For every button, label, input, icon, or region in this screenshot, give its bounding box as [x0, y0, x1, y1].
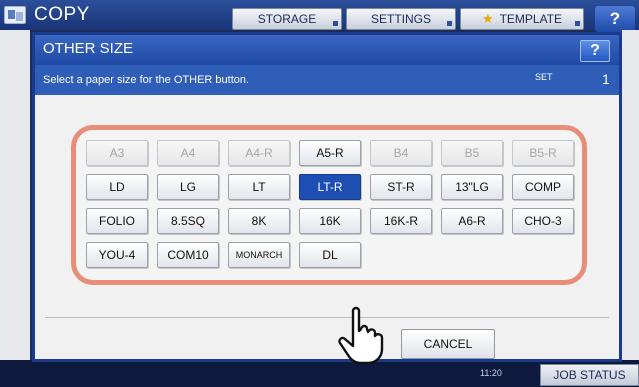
paper-size-b5r-button[interactable]: B5-R: [512, 140, 574, 166]
cancel-button[interactable]: CANCEL: [401, 329, 495, 359]
paper-size-you4-button[interactable]: YOU-4: [86, 242, 148, 268]
tab-storage[interactable]: STORAGE: [232, 8, 342, 30]
tab-template-label: TEMPLATE: [499, 12, 563, 26]
paper-size-cho3-button[interactable]: CHO-3: [512, 208, 574, 234]
paper-size-a5r-button[interactable]: A5-R: [299, 140, 361, 166]
paper-size-16kr-button[interactable]: 16K-R: [370, 208, 432, 234]
tab-storage-label: STORAGE: [257, 12, 317, 26]
help-button-top[interactable]: ?: [595, 6, 635, 32]
paper-size-ld-button[interactable]: LD: [86, 174, 148, 200]
paper-size-str-button[interactable]: ST-R: [370, 174, 432, 200]
paper-size-comp-button[interactable]: COMP: [512, 174, 574, 200]
dialog-title: OTHER SIZE: [43, 40, 134, 57]
instruction-bar: Select a paper size for the OTHER button…: [35, 65, 619, 95]
paper-size-monarch-button[interactable]: MONARCH: [228, 242, 290, 268]
paper-size-b4-button[interactable]: B4: [370, 140, 432, 166]
paper-size-a3-button[interactable]: A3: [86, 140, 148, 166]
background-panel-right: [622, 30, 639, 360]
clock: 11:20: [480, 368, 502, 378]
app-title: COPY: [34, 4, 90, 25]
paper-size-b5-button[interactable]: B5: [441, 140, 503, 166]
other-size-dialog: OTHER SIZE ? Select a paper size for the…: [32, 32, 622, 365]
paper-size-a4-button[interactable]: A4: [157, 140, 219, 166]
paper-size-85sq-button[interactable]: 8.5SQ: [157, 208, 219, 234]
tab-settings-label: SETTINGS: [370, 12, 431, 26]
set-count: 1: [602, 71, 610, 87]
instruction-text: Select a paper size for the OTHER button…: [43, 74, 250, 86]
paper-size-13lg-button[interactable]: 13"LG: [441, 174, 503, 200]
dialog-header: OTHER SIZE ?: [35, 35, 619, 65]
paper-size-panel: A3 A4 A4-R A5-R B4 B5 B5-R LD LG LT LT-R…: [71, 125, 587, 285]
paper-size-16k-button[interactable]: 16K: [299, 208, 361, 234]
paper-size-lg-button[interactable]: LG: [157, 174, 219, 200]
paper-size-lt-button[interactable]: LT: [228, 174, 290, 200]
divider: [45, 317, 609, 318]
paper-size-a4r-button[interactable]: A4-R: [228, 140, 290, 166]
paper-size-ltr-button[interactable]: LT-R: [299, 174, 361, 200]
paper-size-a6r-button[interactable]: A6-R: [441, 208, 503, 234]
pointing-hand-icon: [338, 306, 384, 365]
job-status-button[interactable]: JOB STATUS: [540, 364, 639, 386]
tab-template[interactable]: ★ TEMPLATE: [460, 8, 584, 30]
dropdown-indicator-icon: [575, 21, 580, 26]
paper-size-com10-button[interactable]: COM10: [157, 242, 219, 268]
help-button[interactable]: ?: [580, 40, 610, 62]
paper-size-dl-button[interactable]: DL: [299, 242, 361, 268]
star-icon: ★: [481, 11, 494, 26]
dropdown-indicator-icon: [333, 21, 338, 26]
paper-size-8k-button[interactable]: 8K: [228, 208, 290, 234]
paper-size-folio-button[interactable]: FOLIO: [86, 208, 148, 234]
background-panel-left: [0, 30, 30, 360]
copy-icon: [4, 6, 26, 24]
dropdown-indicator-icon: [447, 21, 452, 26]
set-label: SET: [535, 72, 553, 82]
tab-settings[interactable]: SETTINGS: [346, 8, 456, 30]
